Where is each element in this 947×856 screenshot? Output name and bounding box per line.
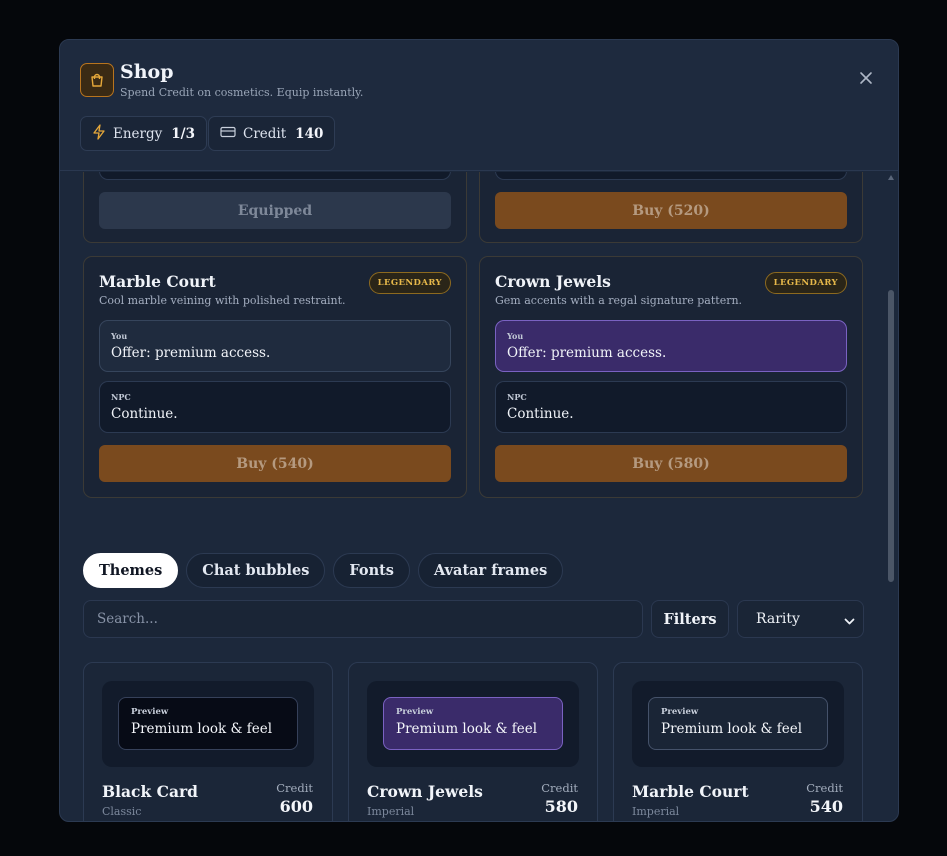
tile-name: Black Card	[102, 782, 198, 801]
credit-label: Credit	[276, 781, 313, 795]
you-bubble: You Offer: premium access.	[495, 320, 847, 372]
theme-tile-marble-court[interactable]: Preview Premium look & feel Marble Court…	[613, 662, 863, 821]
tile-price: 580	[544, 797, 578, 816]
card-description: Cool marble veining with polished restra…	[99, 294, 346, 307]
preview-text: Premium look & feel	[396, 721, 538, 737]
bubble-message: Continue.	[507, 406, 574, 422]
tile-name: Crown Jewels	[367, 782, 483, 801]
shop-modal: Shop Spend Credit on cosmetics. Equip in…	[59, 39, 899, 822]
shopping-bag-icon	[80, 63, 114, 97]
tile-price: 540	[809, 797, 843, 816]
bubble-message: Continue.	[111, 406, 178, 422]
preview-container: Preview Premium look & feel	[367, 681, 579, 767]
item-card-crown-jewels: Crown Jewels LEGENDARY Gem accents with …	[479, 256, 863, 498]
tab-avatar-frames[interactable]: Avatar frames	[417, 553, 564, 588]
page-title: Shop	[120, 61, 174, 83]
legendary-badge: LEGENDARY	[368, 272, 451, 294]
tile-name: Marble Court	[632, 782, 749, 801]
preview-text: Premium look & feel	[661, 721, 803, 737]
tile-subtitle: Classic	[102, 805, 142, 818]
theme-tile-crown-jewels[interactable]: Preview Premium look & feel Crown Jewels…	[348, 662, 598, 821]
scroll-up-arrow-icon[interactable]	[888, 175, 894, 180]
tile-subtitle: Imperial	[632, 805, 680, 818]
bubble-sender: NPC	[111, 392, 131, 402]
tab-fonts[interactable]: Fonts	[333, 553, 410, 588]
preview-label: Preview	[131, 707, 169, 717]
npc-bubble	[495, 172, 847, 180]
preview-label: Preview	[396, 707, 434, 717]
buy-button[interactable]: Buy (540)	[99, 445, 451, 482]
tab-themes[interactable]: Themes	[83, 553, 179, 588]
scrollbar-thumb[interactable]	[888, 290, 894, 582]
preview-text: Premium look & feel	[131, 721, 273, 737]
buy-button[interactable]: Buy (520)	[495, 192, 847, 229]
item-card-marble-court: Marble Court LEGENDARY Cool marble veini…	[83, 256, 467, 498]
legendary-badge: LEGENDARY	[764, 272, 847, 294]
preview-container: Preview Premium look & feel	[102, 681, 314, 767]
tab-chat-bubbles[interactable]: Chat bubbles	[186, 553, 326, 588]
theme-tile-black-card[interactable]: Preview Premium look & feel Black Card C…	[83, 662, 333, 821]
tile-price: 600	[279, 797, 313, 816]
energy-label: Energy	[113, 125, 163, 142]
filters-button[interactable]: Filters	[651, 600, 729, 638]
npc-bubble: NPC Continue.	[99, 381, 451, 433]
preview-bubble: Preview Premium look & feel	[648, 697, 828, 750]
bubble-sender: You	[507, 331, 524, 341]
page-subtitle: Spend Credit on cosmetics. Equip instant…	[120, 86, 364, 99]
npc-bubble: NPC Continue.	[495, 381, 847, 433]
rarity-select[interactable]: Rarity	[737, 600, 864, 638]
credit-label: Credit	[541, 781, 578, 795]
item-card: Equipped	[83, 172, 467, 243]
close-icon[interactable]	[856, 68, 876, 88]
bubble-message: Offer: premium access.	[111, 345, 271, 361]
energy-stat: Energy 1/3	[80, 116, 207, 151]
card-description: Gem accents with a regal signature patte…	[495, 294, 743, 307]
credit-value: 140	[295, 125, 324, 142]
chevron-down-icon	[844, 614, 855, 630]
tile-subtitle: Imperial	[367, 805, 415, 818]
rarity-selected: Rarity	[756, 611, 800, 627]
preview-label: Preview	[661, 707, 699, 717]
shop-content[interactable]: Equipped Buy (520) Marble Court LEGENDAR…	[60, 172, 898, 821]
preview-bubble: Preview Premium look & feel	[383, 697, 563, 750]
you-bubble: You Offer: premium access.	[99, 320, 451, 372]
category-tabs: Themes Chat bubbles Fonts Avatar frames	[83, 553, 564, 588]
credit-card-icon	[220, 126, 236, 142]
credit-stat: Credit 140	[208, 116, 336, 151]
card-title: Crown Jewels	[495, 272, 611, 291]
buy-button[interactable]: Buy (580)	[495, 445, 847, 482]
item-card: Buy (520)	[479, 172, 863, 243]
preview-container: Preview Premium look & feel	[632, 681, 844, 767]
search-input[interactable]: Search...	[83, 600, 643, 638]
bubble-sender: You	[111, 331, 128, 341]
card-title: Marble Court	[99, 272, 216, 291]
credit-label: Credit	[806, 781, 843, 795]
equipped-button[interactable]: Equipped	[99, 192, 451, 229]
npc-bubble	[99, 172, 451, 180]
energy-value: 1/3	[171, 125, 195, 142]
bubble-sender: NPC	[507, 392, 527, 402]
bubble-message: Offer: premium access.	[507, 345, 667, 361]
preview-bubble: Preview Premium look & feel	[118, 697, 298, 750]
shop-header: Shop Spend Credit on cosmetics. Equip in…	[60, 40, 898, 171]
credit-label: Credit	[243, 125, 287, 142]
lightning-icon	[92, 123, 106, 144]
scrollbar[interactable]	[887, 172, 895, 821]
